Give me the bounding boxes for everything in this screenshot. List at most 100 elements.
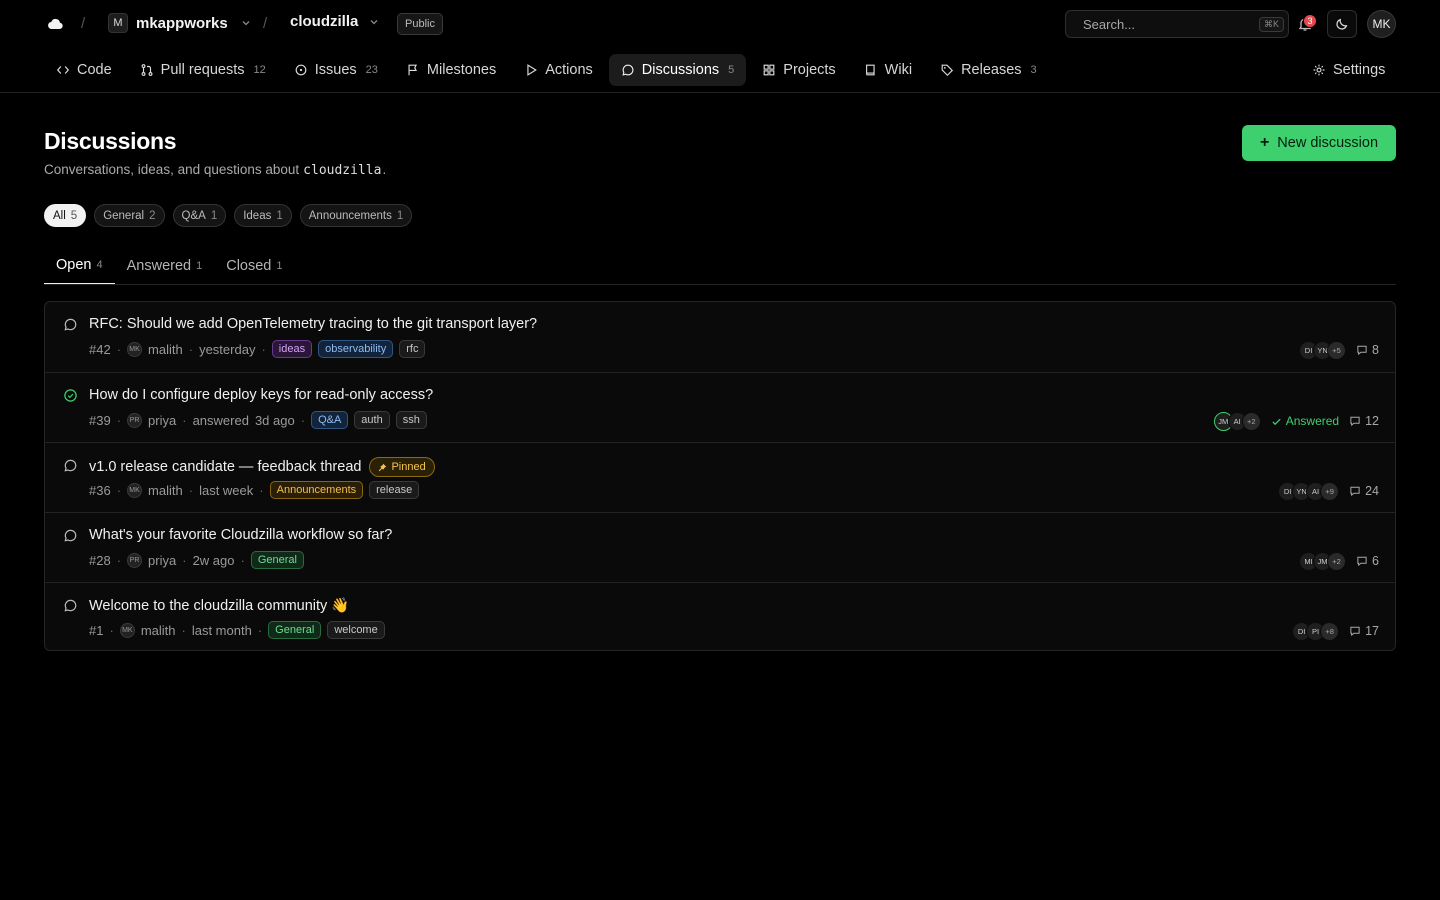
separator-dot: · <box>240 552 245 568</box>
participant-avatars: MI JM +2 <box>1299 551 1347 571</box>
discussion-number: #39 <box>89 412 111 428</box>
comment-icon <box>1357 556 1367 567</box>
status-tab-count: 1 <box>276 259 283 272</box>
author-name[interactable]: malith <box>141 623 176 638</box>
tab-label: Actions <box>545 62 593 78</box>
tag-ssh[interactable]: ssh <box>395 411 427 429</box>
repo-name: cloudzilla <box>290 13 359 30</box>
discussion-title[interactable]: Welcome to the cloudzilla community 👋 <box>89 597 349 614</box>
separator-dot: · <box>109 622 114 638</box>
tab-releases[interactable]: Releases 3 <box>928 54 1049 86</box>
tab-code[interactable]: Code <box>44 54 124 86</box>
participant-avatars: JM AI +2 <box>1213 411 1261 431</box>
discussion-title[interactable]: How do I configure deploy keys for read-… <box>89 387 433 403</box>
comment-icon <box>1357 345 1367 356</box>
cloud-logo-icon[interactable] <box>46 15 64 33</box>
category-chip-all[interactable]: All 5 <box>44 204 87 227</box>
status-tab-label: Answered <box>126 257 192 274</box>
discussion-title[interactable]: RFC: Should we add OpenTelemetry tracing… <box>89 316 537 332</box>
discussion-number: #1 <box>89 622 104 638</box>
category-chip-qa[interactable]: Q&A 1 <box>172 204 227 227</box>
participant-avatars: DI PI +8 <box>1292 621 1340 641</box>
author-avatar: MK <box>119 622 135 638</box>
tab-issues[interactable]: Issues 23 <box>282 54 390 86</box>
new-discussion-button[interactable]: + New discussion <box>1242 125 1396 161</box>
issue-icon <box>295 64 307 76</box>
pin-icon <box>379 463 387 471</box>
search-box[interactable]: ⌘K <box>1065 10 1289 38</box>
discussion-row[interactable]: How do I configure deploy keys for read-… <box>45 372 1395 442</box>
chevron-down-icon <box>242 21 250 26</box>
tag-welcome[interactable]: welcome <box>327 621 385 639</box>
discussion-row[interactable]: RFC: Should we add OpenTelemetry tracing… <box>45 302 1395 372</box>
comment-count: 17 <box>1349 624 1379 638</box>
search-input[interactable] <box>1083 16 1259 32</box>
tab-count: 5 <box>728 64 735 76</box>
discussion-row[interactable]: What's your favorite Cloudzilla workflow… <box>45 512 1395 582</box>
category-chip-general[interactable]: General 2 <box>94 204 165 227</box>
comment-count: 6 <box>1356 554 1379 568</box>
chip-label: Ideas <box>243 209 272 222</box>
author-name[interactable]: malith <box>148 342 183 357</box>
discussion-title[interactable]: v1.0 release candidate — feedback thread… <box>89 457 435 477</box>
tab-actions[interactable]: Actions <box>512 54 605 86</box>
discussion-meta: #1 · MK malith · last month · General welco… <box>89 621 385 639</box>
tag-general[interactable]: General <box>268 621 322 639</box>
projects-icon <box>763 64 775 76</box>
discussion-row[interactable]: Welcome to the cloudzilla community 👋 #1… <box>45 582 1395 650</box>
category-chip-announcements[interactable]: Announcements 1 <box>299 204 413 227</box>
discussion-icon <box>64 529 77 542</box>
tag-release[interactable]: release <box>369 481 420 499</box>
status-tab-closed[interactable]: Closed 1 <box>214 246 294 285</box>
category-chip-ideas[interactable]: Ideas 1 <box>234 204 292 227</box>
tab-label: Milestones <box>426 62 497 78</box>
status-tab-count: 4 <box>96 258 103 271</box>
tag-rfc[interactable]: rfc <box>399 340 426 358</box>
tab-milestones[interactable]: Milestones <box>394 54 508 86</box>
discussion-title-text: What's your favorite Cloudzilla workflow… <box>89 527 393 543</box>
tab-pull-requests[interactable]: Pull requests 12 <box>128 54 278 86</box>
more-participants: +8 <box>1320 621 1340 641</box>
tag-observability[interactable]: observability <box>318 340 394 358</box>
discussion-time: yesterday <box>199 341 256 357</box>
separator-dot: · <box>116 412 122 428</box>
discussion-meta: #28 · PR priya · 2w ago · General <box>89 551 304 569</box>
status-tab-answered[interactable]: Answered 1 <box>115 246 215 285</box>
category-filter: All 5 General 2 Q&A 1 Ideas 1 Announcements 1 <box>44 204 413 227</box>
tab-wiki[interactable]: Wiki <box>852 54 924 86</box>
author-name[interactable]: priya <box>148 413 176 428</box>
discussion-meta: #36 · MK malith · last week · Announcements… <box>89 481 420 499</box>
tag-general[interactable]: General <box>250 551 304 569</box>
tag-auth[interactable]: auth <box>354 411 390 429</box>
tab-settings[interactable]: Settings <box>1300 54 1397 86</box>
chip-label: Announcements <box>308 209 392 222</box>
author-name[interactable]: malith <box>148 483 183 498</box>
discussion-title[interactable]: What's your favorite Cloudzilla workflow… <box>89 527 392 543</box>
discussion-stats: DI YN +5 8 <box>1299 340 1379 360</box>
tag-qa[interactable]: Q&A <box>311 411 349 429</box>
discussion-number: #28 <box>89 552 111 568</box>
user-avatar[interactable]: MK <box>1367 10 1396 38</box>
discussion-number: #42 <box>89 341 111 357</box>
settings-label: Settings <box>1333 62 1386 78</box>
tag-ideas[interactable]: ideas <box>271 340 313 358</box>
notification-badge: 3 <box>1303 14 1317 28</box>
comment-icon <box>1350 416 1360 427</box>
pull-request-icon <box>141 64 153 76</box>
tab-discussions[interactable]: Discussions 5 <box>608 54 747 86</box>
discussion-time: last month <box>191 622 252 638</box>
tab-projects[interactable]: Projects <box>750 54 847 86</box>
tag-announcements[interactable]: Announcements <box>269 481 364 499</box>
org-switcher[interactable]: M mkappworks <box>108 13 252 33</box>
chip-label: General <box>103 209 145 222</box>
theme-toggle-button[interactable] <box>1327 10 1357 38</box>
author-avatar: MK <box>127 482 143 498</box>
more-participants: +2 <box>1241 411 1261 431</box>
tab-count: 12 <box>253 64 266 76</box>
separator-dot: · <box>116 341 122 357</box>
status-tab-open[interactable]: Open 4 <box>44 246 115 285</box>
discussion-row[interactable]: v1.0 release candidate — feedback thread… <box>45 442 1395 512</box>
author-name[interactable]: priya <box>148 553 176 568</box>
repo-switcher[interactable]: cloudzilla <box>290 13 380 30</box>
discussion-stats: JM AI +2 Answered 12 <box>1213 411 1379 431</box>
